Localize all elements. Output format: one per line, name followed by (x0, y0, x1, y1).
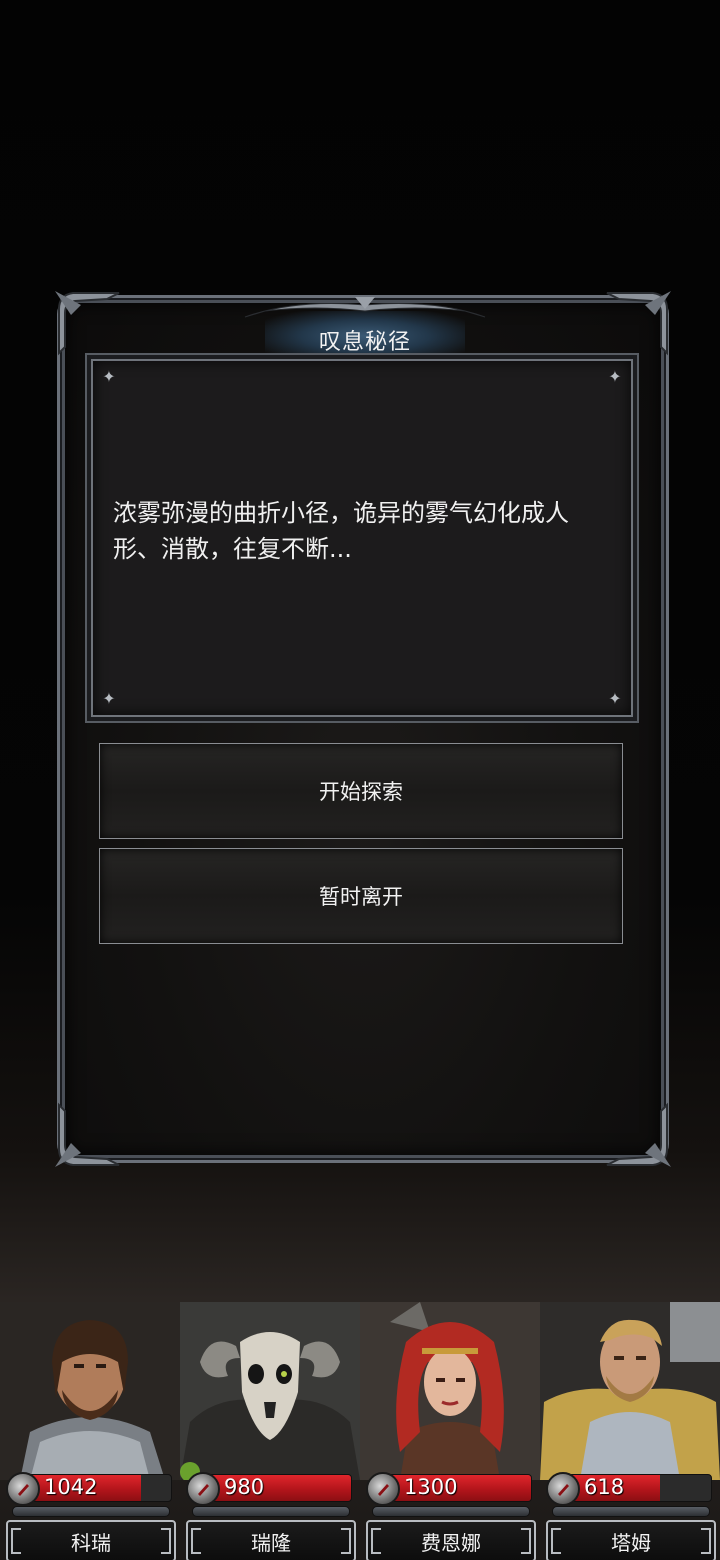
ornament-corner (603, 287, 673, 357)
title-ornament (244, 297, 486, 318)
hp-bar: 618 (546, 1472, 712, 1506)
hp-value: 980 (224, 1475, 265, 1499)
ornament-corner (53, 1101, 123, 1171)
event-description: 浓雾弥漫的曲折小径，诡异的雾气幻化成人形、消散，往复不断... (113, 499, 569, 563)
party-member-1[interactable]: 1042 科瑞 (0, 1302, 180, 1560)
event-title-bar: 叹息秘径 (244, 297, 486, 361)
blood-drop-icon (366, 1472, 400, 1506)
energy-bar (372, 1506, 530, 1517)
energy-bar (12, 1506, 170, 1517)
ornament-corner (603, 1101, 673, 1171)
explore-button[interactable]: 开始探索 (99, 743, 623, 839)
party-bar: 1042 科瑞 980 瑞隆 1300 费恩娜 618 塔姆 (0, 1302, 720, 1560)
ornament-corner (53, 287, 123, 357)
hp-bar: 1300 (366, 1472, 532, 1506)
member-name: 塔姆 (546, 1520, 716, 1560)
bearded-warrior-portrait (0, 1302, 180, 1480)
armored-paladin-portrait (540, 1302, 720, 1480)
event-description-box: ✦ ✦ ✦ ✦ 浓雾弥漫的曲折小径，诡异的雾气幻化成人形、消散，往复不断... (91, 359, 633, 717)
blood-drop-icon (6, 1472, 40, 1506)
hp-track (200, 1474, 352, 1502)
energy-bar (192, 1506, 350, 1517)
member-name: 瑞隆 (186, 1520, 356, 1560)
hp-track (560, 1474, 712, 1502)
sparkle-icon: ✦ (608, 689, 622, 708)
event-panel: 叹息秘径 ✦ ✦ ✦ ✦ 浓雾弥漫的曲折小径，诡异的雾气幻化成人形、消散，往复不… (55, 291, 671, 1167)
member-name: 科瑞 (6, 1520, 176, 1560)
hp-value: 1300 (404, 1475, 458, 1499)
event-title: 叹息秘径 (318, 330, 411, 355)
sparkle-icon: ✦ (102, 367, 116, 386)
blood-drop-icon (186, 1472, 220, 1506)
party-member-2[interactable]: 980 瑞隆 (180, 1302, 360, 1560)
leave-button[interactable]: 暂时离开 (99, 848, 623, 944)
sparkle-icon: ✦ (102, 689, 116, 708)
party-member-4[interactable]: 618 塔姆 (540, 1302, 720, 1560)
hp-bar: 1042 (6, 1472, 172, 1506)
sparkle-icon: ✦ (608, 367, 622, 386)
energy-bar (552, 1506, 710, 1517)
hp-value: 1042 (44, 1475, 98, 1499)
red-haired-warrior-woman-portrait (360, 1302, 540, 1480)
goat-skull-shaman-portrait (180, 1302, 360, 1480)
member-name: 费恩娜 (366, 1520, 536, 1560)
hp-bar: 980 (186, 1472, 352, 1506)
party-member-3[interactable]: 1300 费恩娜 (360, 1302, 540, 1560)
blood-drop-icon (546, 1472, 580, 1506)
hp-value: 618 (584, 1475, 625, 1499)
